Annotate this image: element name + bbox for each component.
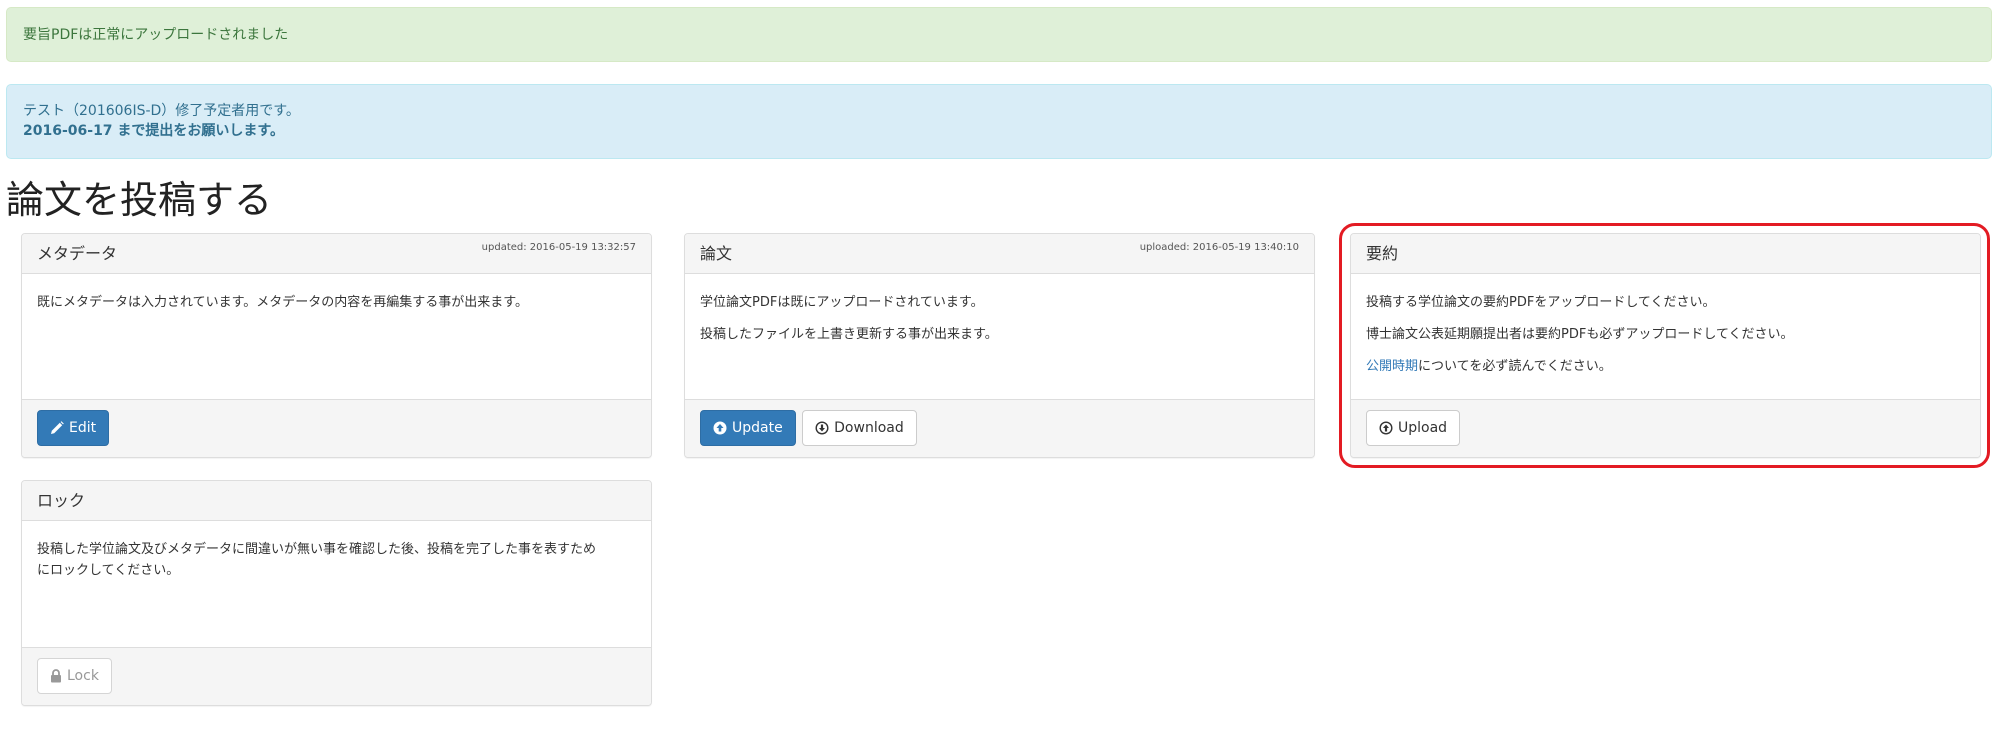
thesis-panel-title: 論文 [700, 244, 733, 263]
publication-timing-link[interactable]: 公開時期 [1366, 359, 1418, 374]
summary-panel-title: 要約 [1366, 244, 1399, 263]
summary-panel-footer: Upload [1351, 399, 1980, 457]
circle-arrow-down-icon [815, 421, 829, 435]
summary-upload-instruction: 投稿する学位論文の要約PDFをアップロードしてください。 [1366, 295, 1716, 310]
metadata-panel-footer: Edit [22, 399, 651, 457]
thesis-uploaded-timestamp: uploaded: 2016-05-19 13:40:10 [1139, 242, 1299, 253]
thesis-panel-heading: 論文 uploaded: 2016-05-19 13:40:10 [685, 234, 1314, 274]
lock-panel-title: ロック [37, 491, 86, 510]
lock-button-label: Lock [67, 668, 99, 684]
metadata-panel-body: 既にメタデータは入力されています。メタデータの内容を再編集する事が出来ます。 [22, 274, 651, 313]
circle-arrow-up-icon [713, 421, 727, 435]
summary-panel-heading: 要約 [1351, 234, 1980, 274]
edit-button[interactable]: Edit [37, 410, 110, 446]
thesis-panel: 論文 uploaded: 2016-05-19 13:40:10 学位論文PDF… [684, 233, 1315, 458]
summary-panel: 要約 投稿する学位論文の要約PDFをアップロードしてください。 博士論文公表延期… [1350, 233, 1981, 458]
info-alert: テスト（201606IS-D）修了予定者用です。 2016-06-17 まで提出… [6, 84, 1992, 159]
metadata-panel-title: メタデータ [37, 244, 118, 263]
circle-arrow-up-icon [1379, 421, 1393, 435]
metadata-updated-timestamp: updated: 2016-05-19 13:32:57 [481, 242, 636, 253]
summary-deferral-instruction: 博士論文公表延期願提出者は要約PDFも必ずアップロードしてください。 [1366, 327, 1794, 342]
lock-panel-body: 投稿した学位論文及びメタデータに間違いが無い事を確認した後、投稿を完了した事を表… [22, 521, 651, 581]
update-button[interactable]: Update [700, 410, 796, 446]
lock-panel-heading: ロック [22, 481, 651, 521]
summary-publication-note: 公開時期についてを必ず読んでください。 [1366, 356, 1965, 377]
thesis-status-text: 学位論文PDFは既にアップロードされています。 [700, 295, 984, 310]
info-alert-deadline: 2016-06-17 まで提出をお願いします。 [23, 123, 285, 139]
lock-description-line2: にロックしてください。 [37, 563, 180, 578]
summary-panel-body: 投稿する学位論文の要約PDFをアップロードしてください。 博士論文公表延期願提出… [1351, 274, 1980, 377]
upload-button[interactable]: Upload [1366, 410, 1461, 446]
summary-publication-note-rest: についてを必ず読んでください。 [1418, 359, 1612, 374]
success-alert-text: 要旨PDFは正常にアップロードされました [23, 27, 289, 43]
metadata-panel: メタデータ updated: 2016-05-19 13:32:57 既にメタデ… [21, 233, 652, 458]
lock-panel: ロック 投稿した学位論文及びメタデータに間違いが無い事を確認した後、投稿を完了し… [21, 480, 652, 706]
thesis-overwrite-text: 投稿したファイルを上書き更新する事が出来ます。 [700, 327, 998, 342]
lock-description-line1: 投稿した学位論文及びメタデータに間違いが無い事を確認した後、投稿を完了した事を表… [37, 542, 597, 557]
metadata-description: 既にメタデータは入力されています。メタデータの内容を再編集する事が出来ます。 [37, 295, 529, 310]
metadata-panel-heading: メタデータ updated: 2016-05-19 13:32:57 [22, 234, 651, 274]
thesis-panel-footer: Update Download [685, 399, 1314, 457]
pencil-icon [51, 421, 64, 434]
update-button-label: Update [732, 420, 783, 436]
lock-icon [51, 669, 61, 683]
page-title: 論文を投稿する [6, 178, 273, 222]
upload-button-label: Upload [1398, 420, 1448, 436]
download-button-label: Download [834, 420, 904, 436]
lock-panel-footer: Lock [22, 647, 651, 705]
download-button[interactable]: Download [802, 410, 917, 446]
edit-button-label: Edit [69, 420, 97, 436]
success-alert: 要旨PDFは正常にアップロードされました [6, 7, 1992, 62]
info-alert-line1: テスト（201606IS-D）修了予定者用です。 [23, 103, 300, 119]
lock-button[interactable]: Lock [37, 658, 112, 694]
thesis-panel-body: 学位論文PDFは既にアップロードされています。 投稿したファイルを上書き更新する… [685, 274, 1314, 345]
lock-description: 投稿した学位論文及びメタデータに間違いが無い事を確認した後、投稿を完了した事を表… [37, 539, 636, 581]
